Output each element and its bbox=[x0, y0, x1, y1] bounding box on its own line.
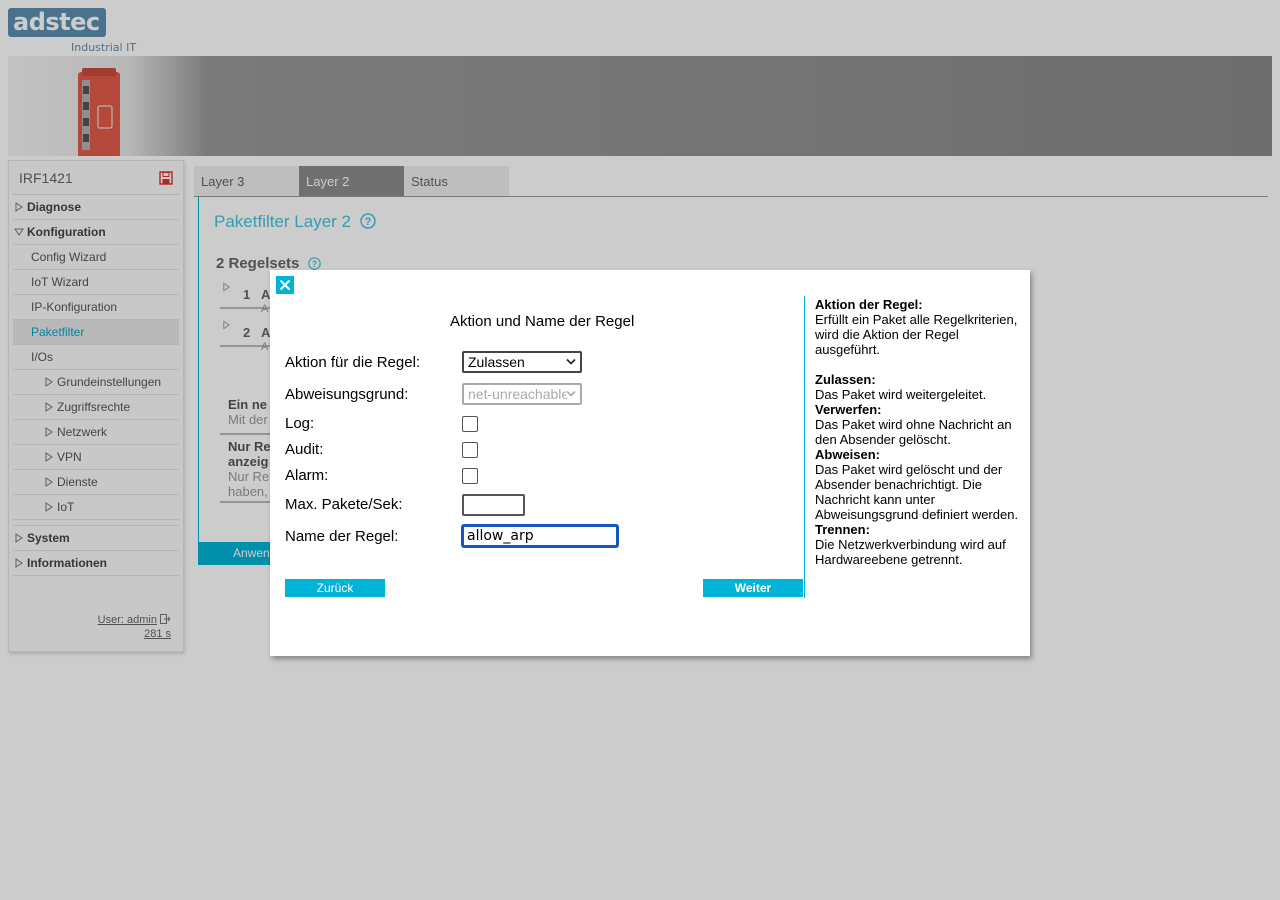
rule-name-input[interactable]: allow_arp bbox=[462, 525, 618, 547]
max-packets-label: Max. Pakete/Sek: bbox=[285, 496, 403, 513]
reject-reason-value: net-unreachable bbox=[468, 386, 570, 402]
help-drop-text: Das Paket wird ohne Nachricht an den Abs… bbox=[815, 417, 1012, 447]
action-label: Aktion für die Regel: bbox=[285, 354, 421, 371]
alarm-checkbox[interactable] bbox=[462, 468, 478, 484]
help-intro: Erfüllt ein Paket alle Regelkriterien, w… bbox=[815, 312, 1018, 357]
help-drop-title: Verwerfen: bbox=[815, 402, 882, 417]
max-packets-input[interactable] bbox=[462, 494, 525, 516]
help-reject-text: Das Paket wird gelöscht und der Absender… bbox=[815, 462, 1019, 522]
close-button[interactable] bbox=[276, 276, 294, 294]
help-panel: Aktion der Regel: Erfüllt ein Paket alle… bbox=[815, 297, 1020, 567]
help-disconnect-text: Die Netzwerkverbindung wird auf Hardware… bbox=[815, 537, 1006, 567]
help-reject-title: Abweisen: bbox=[815, 447, 881, 462]
action-select[interactable]: Zulassen bbox=[462, 351, 582, 373]
help-allow-title: Zulassen: bbox=[815, 372, 876, 387]
audit-label: Audit: bbox=[285, 441, 324, 458]
reject-reason-select[interactable]: net-unreachable bbox=[462, 383, 582, 405]
log-checkbox[interactable] bbox=[462, 416, 478, 432]
alarm-label: Alarm: bbox=[285, 467, 329, 484]
action-select-value: Zulassen bbox=[468, 354, 525, 370]
reject-reason-label: Abweisungsgrund: bbox=[285, 386, 409, 403]
chevron-down-icon bbox=[566, 390, 576, 398]
help-title: Aktion der Regel: bbox=[815, 297, 923, 312]
rule-dialog: Aktion und Name der Regel Aktion für die… bbox=[270, 270, 1030, 656]
rule-name-label: Name der Regel: bbox=[285, 528, 399, 545]
dialog-heading: Aktion und Name der Regel bbox=[450, 313, 635, 330]
log-label: Log: bbox=[285, 415, 315, 432]
next-button[interactable]: Weiter bbox=[703, 579, 803, 597]
help-allow-text: Das Paket wird weitergeleitet. bbox=[815, 387, 987, 402]
back-button[interactable]: Zurück bbox=[285, 579, 385, 597]
close-icon bbox=[279, 279, 291, 291]
chevron-down-icon bbox=[566, 358, 576, 365]
help-disconnect-title: Trennen: bbox=[815, 522, 870, 537]
audit-checkbox[interactable] bbox=[462, 442, 478, 458]
dialog-separator bbox=[804, 296, 805, 598]
